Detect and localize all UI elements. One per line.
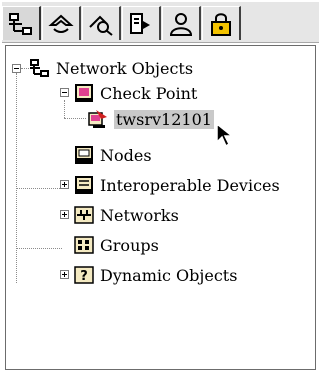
network-objects-icon (9, 12, 32, 35)
tree-line (16, 248, 62, 250)
users-icon (169, 12, 193, 36)
tree-line (16, 73, 18, 283)
tab-resources[interactable] (82, 6, 121, 40)
svg-text:?: ? (80, 269, 88, 284)
check-point-folder-icon (74, 83, 94, 103)
nodes-icon (74, 145, 94, 165)
networks-icon (74, 205, 94, 225)
tree-line (64, 100, 66, 118)
expand-toggle[interactable] (60, 180, 69, 189)
tab-users[interactable] (162, 6, 201, 40)
expand-toggle[interactable] (60, 210, 69, 219)
tab-servers[interactable] (122, 6, 161, 40)
tree-item-networks[interactable]: Networks (74, 203, 179, 227)
objects-tree-window: Network Objects Check Point twsrv12101 N… (1, 1, 319, 372)
tree-item-check-point[interactable]: Check Point (74, 81, 197, 105)
tree-view: Network Objects Check Point twsrv12101 N… (5, 45, 316, 370)
tree-item-label: Groups (100, 235, 159, 255)
tree-item-interoperable-devices[interactable]: Interoperable Devices (74, 173, 280, 197)
tree-item-label: Dynamic Objects (100, 265, 238, 285)
expand-toggle[interactable] (60, 270, 69, 279)
gateway-icon (88, 109, 108, 129)
tree-item-dynamic-objects[interactable]: ? Dynamic Objects (74, 263, 237, 287)
tree-item-label: Interoperable Devices (100, 175, 280, 195)
tree-line (21, 68, 29, 70)
tree-item-nodes[interactable]: Nodes (74, 143, 152, 167)
tree-item-groups[interactable]: Groups (74, 233, 159, 257)
tree-item-label: twsrv12101 (114, 109, 214, 129)
tab-services[interactable] (42, 6, 81, 40)
servers-icon (130, 12, 150, 34)
network-objects-icon (30, 58, 50, 78)
interoperable-devices-icon (74, 175, 94, 195)
tree-item-twsrv12101[interactable]: twsrv12101 (88, 107, 214, 131)
lock-icon (211, 12, 231, 36)
mouse-pointer-icon (216, 123, 235, 148)
collapse-toggle[interactable] (12, 64, 21, 73)
tree-item-label: Nodes (100, 145, 152, 165)
dynamic-objects-icon: ? (74, 265, 94, 285)
tree-item-label: Networks (100, 205, 179, 225)
groups-icon (74, 235, 94, 255)
object-type-tabs (2, 2, 319, 43)
tab-network-objects[interactable] (2, 6, 41, 40)
collapse-toggle[interactable] (60, 88, 69, 97)
tab-security[interactable] (202, 6, 241, 40)
tree-line (64, 118, 86, 120)
tree-line (16, 188, 62, 190)
tree-item-network-objects[interactable]: Network Objects (30, 56, 193, 80)
tree-item-label: Check Point (100, 83, 198, 103)
resources-icon (89, 15, 113, 36)
tree-item-label: Network Objects (56, 58, 194, 78)
services-icon (48, 14, 74, 33)
